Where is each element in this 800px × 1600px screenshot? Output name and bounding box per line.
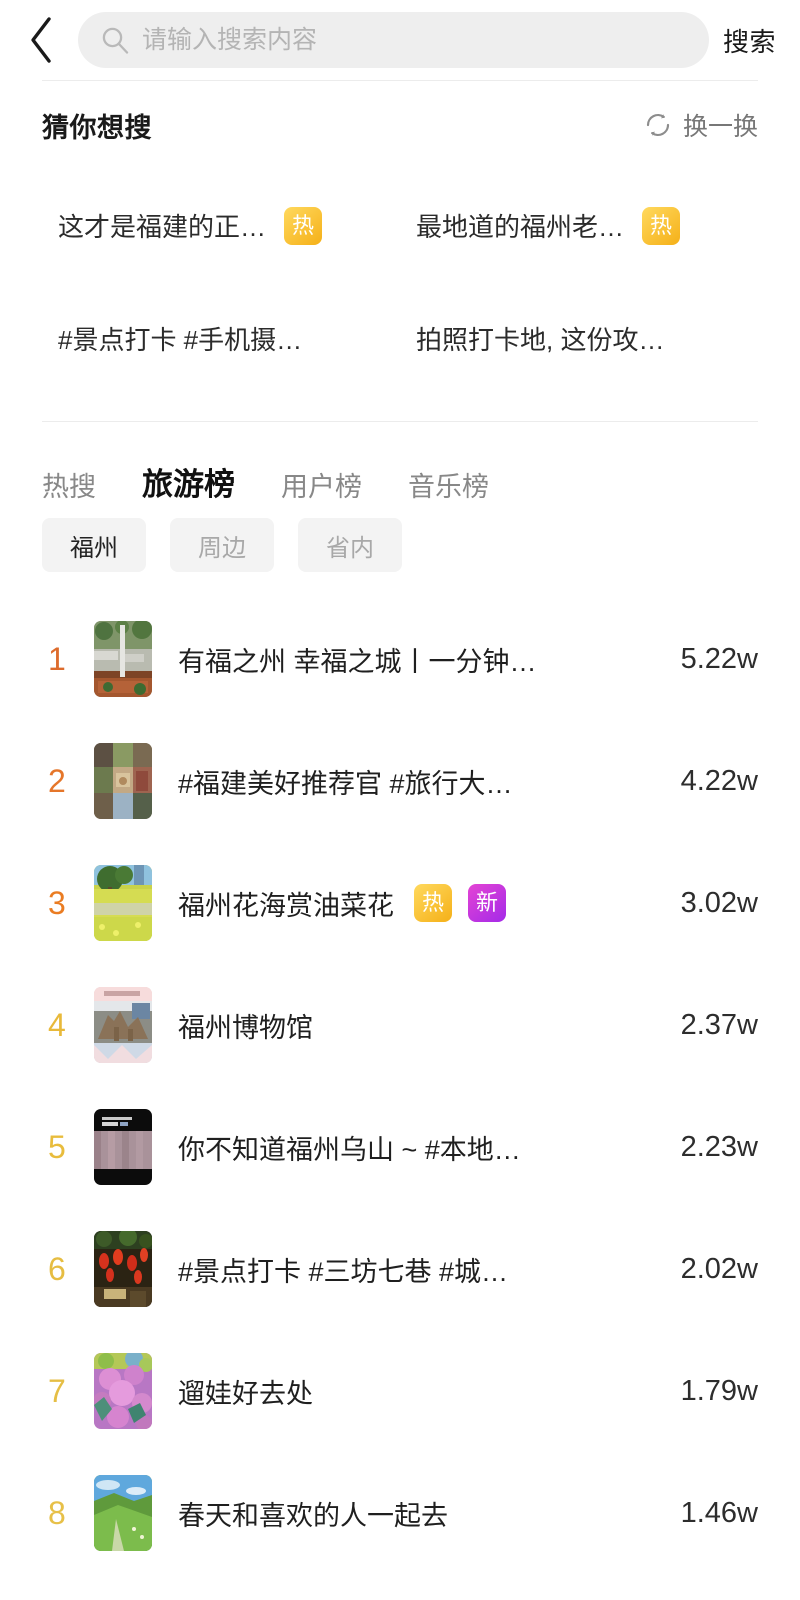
rank-number: 4 bbox=[48, 1007, 66, 1043]
rank-title: #福建美好推荐官 #旅行大… bbox=[178, 768, 513, 799]
back-button[interactable] bbox=[26, 12, 72, 68]
chip-nearby[interactable]: 周边 bbox=[170, 518, 274, 572]
rank-number: 1 bbox=[48, 641, 66, 677]
thumbnail-purple-azalea-flowers bbox=[94, 1353, 152, 1429]
ranking-row[interactable]: 4 福州博物馆 2.37w bbox=[42, 964, 758, 1086]
thumbnail-photo-collage-temple bbox=[94, 743, 152, 819]
rank-title: 福州博物馆 bbox=[178, 1012, 313, 1043]
rank-count: 2.37w bbox=[680, 1008, 758, 1041]
rank-number: 6 bbox=[48, 1251, 66, 1287]
rank-number: 5 bbox=[48, 1129, 66, 1165]
guess-suggestion-label: 拍照打卡地, 这份攻… bbox=[416, 325, 665, 355]
region-filter-chips: 福州 周边 省内 bbox=[0, 508, 800, 582]
ranking-row[interactable]: 5 你不知道福州乌山 ~ #本地… 2.23w bbox=[42, 1086, 758, 1208]
rank-title: 有福之州 幸福之城丨一分钟… bbox=[178, 646, 537, 677]
rank-number: 7 bbox=[48, 1373, 66, 1409]
new-badge: 新 bbox=[468, 884, 506, 922]
guess-suggestion-label: 这才是福建的正… bbox=[58, 212, 267, 242]
chip-fuzhou[interactable]: 福州 bbox=[42, 518, 146, 572]
ranking-list: 1 有福之州 幸福之城丨一分钟… 5.22w 2 #福建美好推荐官 #旅行大… … bbox=[0, 598, 800, 1574]
hot-badge: 热 bbox=[414, 884, 452, 922]
guess-suggestion-label: 最地道的福州老… bbox=[416, 212, 625, 242]
thumbnail-green-hill-blue-sky bbox=[94, 1475, 152, 1551]
ranking-row[interactable]: 2 #福建美好推荐官 #旅行大… 4.22w bbox=[42, 720, 758, 842]
thumbnail-museum-dinosaur-skeleton bbox=[94, 987, 152, 1063]
rank-count: 2.23w bbox=[680, 1130, 758, 1163]
tab-user-ranking[interactable]: 用户榜 bbox=[281, 465, 362, 508]
refresh-label: 换一换 bbox=[682, 113, 758, 141]
hot-badge: 热 bbox=[284, 206, 323, 245]
refresh-button[interactable]: 换一换 bbox=[644, 107, 758, 143]
search-submit-button[interactable]: 搜索 bbox=[723, 22, 776, 59]
ranking-row[interactable]: 1 有福之州 幸福之城丨一分钟… 5.22w bbox=[42, 598, 758, 720]
rank-count: 1.46w bbox=[680, 1496, 758, 1529]
guess-suggestion-item[interactable]: 这才是福建的正… 热 bbox=[42, 169, 400, 282]
guess-suggestion-grid: 这才是福建的正… 热 最地道的福州老… 热 #景点打卡 #手机摄… 拍照打卡地,… bbox=[42, 169, 758, 395]
rank-badges: 热 新 bbox=[394, 884, 506, 922]
rank-count: 5.22w bbox=[680, 642, 758, 675]
tab-hot-search[interactable]: 热搜 bbox=[42, 465, 96, 508]
rank-count: 4.22w bbox=[680, 764, 758, 797]
tab-music-ranking[interactable]: 音乐榜 bbox=[408, 465, 489, 508]
ranking-row[interactable]: 7 遛娃好去处 1.79w bbox=[42, 1330, 758, 1452]
rank-title: 遛娃好去处 bbox=[178, 1378, 313, 1409]
chip-in-province[interactable]: 省内 bbox=[298, 518, 402, 572]
ranking-tabs: 热搜 旅游榜 用户榜 音乐榜 bbox=[0, 422, 800, 508]
rank-number: 2 bbox=[48, 763, 66, 799]
guess-header: 猜你想搜 换一换 bbox=[42, 81, 758, 169]
guess-title: 猜你想搜 bbox=[42, 112, 152, 143]
thumbnail-rapeseed-flower-field bbox=[94, 865, 152, 941]
ranking-row[interactable]: 6 #景点打卡 #三坊七巷 #城… 2.02w bbox=[42, 1208, 758, 1330]
rank-number: 8 bbox=[48, 1495, 66, 1531]
ranking-row[interactable]: 3 福州花海赏油菜花 热 新 3.02w bbox=[42, 842, 758, 964]
tab-travel-ranking[interactable]: 旅游榜 bbox=[142, 459, 235, 508]
rank-title: #景点打卡 #三坊七巷 #城… bbox=[178, 1256, 509, 1287]
rank-count: 3.02w bbox=[680, 886, 758, 919]
guess-suggestion-item[interactable]: 最地道的福州老… 热 bbox=[400, 169, 758, 282]
rank-number: 3 bbox=[48, 885, 66, 921]
rank-title: 春天和喜欢的人一起去 bbox=[178, 1500, 448, 1531]
thumbnail-dark-wood-plank-video bbox=[94, 1109, 152, 1185]
search-header: 搜索 bbox=[0, 0, 800, 80]
thumbnail-aerial-village-roofs bbox=[94, 621, 152, 697]
rank-count: 1.79w bbox=[680, 1374, 758, 1407]
guess-section: 猜你想搜 换一换 这才是福建的正… 热 最地道的福州老… 热 #景点打卡 #手机… bbox=[0, 81, 800, 395]
thumbnail-red-lanterns-street bbox=[94, 1231, 152, 1307]
rank-title: 你不知道福州乌山 ~ #本地… bbox=[178, 1134, 521, 1165]
guess-suggestion-item[interactable]: #景点打卡 #手机摄… bbox=[42, 282, 400, 395]
refresh-icon bbox=[644, 111, 672, 139]
search-input[interactable] bbox=[142, 25, 687, 55]
hot-badge: 热 bbox=[642, 206, 681, 245]
ranking-row[interactable]: 8 春天和喜欢的人一起去 1.46w bbox=[42, 1452, 758, 1574]
search-box[interactable] bbox=[78, 12, 709, 68]
guess-suggestion-label: #景点打卡 #手机摄… bbox=[58, 325, 303, 355]
rank-count: 2.02w bbox=[680, 1252, 758, 1285]
rank-title: 福州花海赏油菜花 bbox=[178, 890, 394, 921]
chevron-left-icon bbox=[26, 15, 56, 65]
guess-suggestion-item[interactable]: 拍照打卡地, 这份攻… bbox=[400, 282, 758, 395]
search-icon bbox=[100, 25, 130, 55]
